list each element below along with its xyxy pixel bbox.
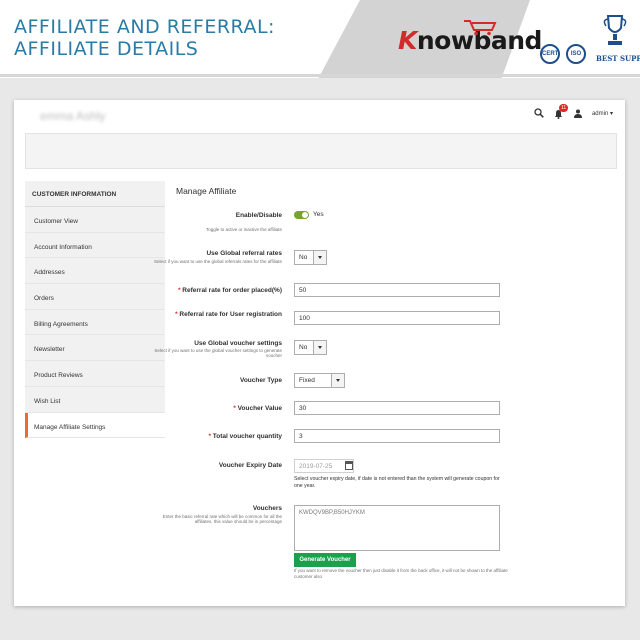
referral-order-input[interactable]: 50	[294, 283, 500, 297]
iso-badge-icon: ISO	[566, 44, 586, 64]
sidebar-item-wish-list[interactable]: Wish List	[25, 386, 165, 413]
certification-badges: CERT ISO BEST SUPPORT	[540, 12, 640, 68]
admin-user-menu[interactable]: admin ▾	[592, 110, 613, 117]
vouchers-textarea[interactable]: KWDQV9BP,B50HJYKM	[294, 505, 500, 551]
best-support-badge: BEST SUPPORT	[596, 54, 640, 63]
chevron-down-icon	[313, 251, 326, 264]
global-referral-value: No	[299, 254, 308, 261]
sidebar-item-account-information[interactable]: Account Information	[25, 232, 165, 259]
voucher-value-input[interactable]: 30	[294, 401, 500, 415]
sidebar-item-addresses[interactable]: Addresses	[25, 258, 165, 285]
expiry-date-label: Voucher Expiry Date	[218, 462, 282, 469]
customer-info-sidebar: CUSTOMER INFORMATION Customer View Accou…	[25, 181, 165, 439]
sidebar-item-customer-view[interactable]: Customer View	[25, 207, 165, 233]
generate-voucher-button[interactable]: Generate Voucher	[294, 553, 356, 567]
chevron-down-icon	[331, 374, 344, 387]
chevron-down-icon	[313, 341, 326, 354]
voucher-type-label: Voucher Type	[239, 377, 282, 384]
customer-name-title: emma Ashly	[40, 109, 106, 123]
trophy-icon	[603, 15, 627, 45]
enable-label: Enable/Disable	[235, 212, 282, 219]
global-voucher-select[interactable]: No	[294, 340, 327, 355]
voucher-value-label: * Voucher Value	[233, 405, 282, 412]
global-referral-note: Select if you want to use the global ref…	[154, 259, 282, 264]
global-referral-select[interactable]: No	[294, 250, 327, 265]
user-icon	[573, 109, 582, 118]
generate-voucher-help: If you want to remove the voucher then j…	[294, 568, 508, 579]
shopping-cart-icon	[464, 20, 497, 36]
banner-divider	[0, 74, 640, 77]
page-actions-bar	[25, 133, 617, 169]
admin-panel: emma Ashly 11 admin ▾ CUSTOMER INFORMATI…	[14, 100, 625, 606]
global-referral-label: Use Global referral rates	[206, 250, 282, 257]
section-title: Manage Affiliate	[176, 186, 237, 196]
referral-order-label: * Referral rate for order placed(%)	[177, 287, 282, 294]
enable-toggle-value: Yes	[313, 211, 324, 218]
sidebar-item-newsletter[interactable]: Newsletter	[25, 335, 165, 362]
sidebar-item-orders[interactable]: Orders	[25, 284, 165, 310]
voucher-quantity-input[interactable]: 3	[294, 429, 500, 443]
sidebar-item-product-reviews[interactable]: Product Reviews	[25, 361, 165, 387]
sidebar-header: CUSTOMER INFORMATION	[25, 181, 165, 207]
global-voucher-label: Use Global voucher settings	[194, 340, 282, 347]
sidebar-item-manage-affiliate-settings[interactable]: Manage Affiliate Settings	[25, 412, 165, 439]
notification-count-badge: 11	[558, 104, 569, 112]
notifications-button[interactable]: 11	[554, 104, 569, 119]
expiry-date-help: Select voucher expiry date, if date is n…	[294, 476, 500, 489]
promo-banner: AFFILIATE AND REFERRAL: AFFILIATE DETAIL…	[0, 0, 640, 78]
enable-note: Toggle to active or inactive the affilia…	[206, 227, 282, 232]
vouchers-label: Vouchers	[252, 505, 282, 512]
global-voucher-value: No	[299, 344, 308, 351]
sidebar-item-billing-agreements[interactable]: Billing Agreements	[25, 309, 165, 336]
search-icon[interactable]	[534, 108, 544, 118]
admin-toolbar: 11 admin ▾	[534, 104, 613, 120]
banner-title: AFFILIATE AND REFERRAL: AFFILIATE DETAIL…	[14, 16, 275, 60]
seal-badge-icon: CERT	[540, 44, 560, 64]
global-voucher-note: Select if you want to use the global vou…	[154, 348, 282, 358]
vouchers-note: Enter the basic referral rate which will…	[162, 514, 282, 524]
toggle-knob	[302, 212, 308, 218]
voucher-type-select[interactable]: Fixed	[294, 373, 345, 388]
referral-user-input[interactable]: 100	[294, 311, 500, 325]
enable-toggle[interactable]	[294, 211, 309, 219]
voucher-quantity-label: * Total voucher quantity	[208, 433, 282, 440]
referral-user-label: * Referral rate for User registration	[175, 311, 282, 318]
calendar-icon[interactable]	[345, 461, 353, 470]
voucher-type-value: Fixed	[299, 377, 315, 384]
